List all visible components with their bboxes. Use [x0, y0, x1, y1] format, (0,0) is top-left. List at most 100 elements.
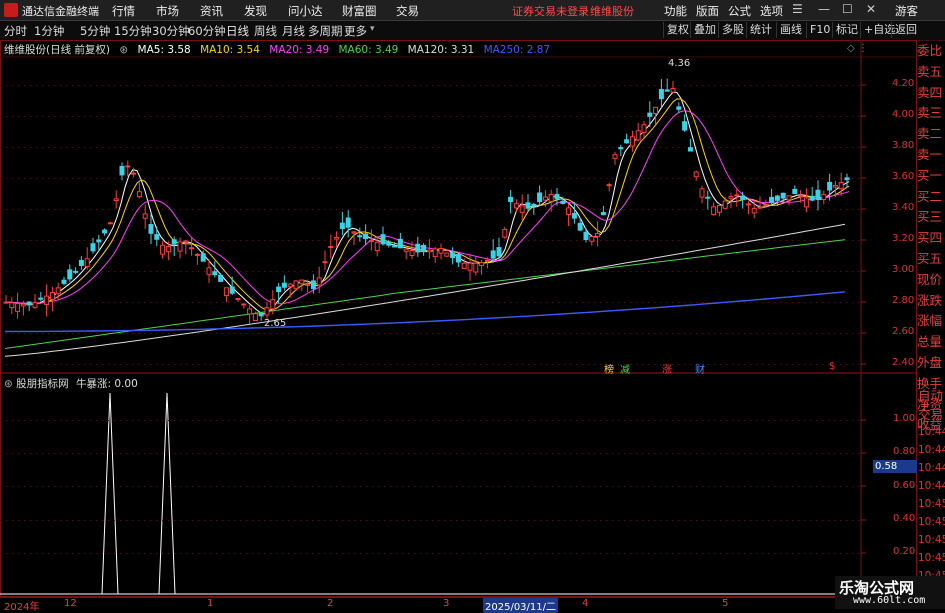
price-grid-dot [756, 178, 757, 179]
overlay-button[interactable]: 叠加 [690, 22, 719, 38]
indicator-grid-dot [690, 420, 691, 421]
candle-body [583, 231, 589, 240]
menu-item-quotes[interactable]: 行情 [112, 3, 135, 19]
menu-item-wealth[interactable]: 财富圈 [342, 3, 377, 19]
price-grid-dot [96, 178, 97, 179]
price-grid-dot [0, 209, 1, 210]
auto-toggle[interactable]: 自动 [918, 385, 943, 404]
indicator-grid-dot [30, 486, 31, 487]
indicator-grid-dot [702, 453, 703, 454]
draw-line-button[interactable]: 画线 [776, 22, 805, 38]
indicator-grid-dot [576, 486, 577, 487]
price-grid-dot [102, 364, 103, 365]
indicator-grid-dot [60, 420, 61, 421]
price-grid-dot [12, 364, 13, 365]
mark-button[interactable]: 标记 [832, 22, 861, 38]
event-marker-limit-up[interactable]: 涨 [662, 361, 672, 376]
price-grid-dot [306, 333, 307, 334]
event-marker-finance[interactable]: 财 [695, 361, 705, 376]
price-grid-dot [576, 116, 577, 117]
price-grid-dot [402, 333, 403, 334]
period-more[interactable]: 更多 [344, 23, 367, 39]
price-grid-dot [594, 147, 595, 148]
period-weekly[interactable]: 周线 [254, 23, 277, 39]
menu-item-news[interactable]: 资讯 [200, 3, 223, 19]
indicator-grid-dot [12, 453, 13, 454]
price-grid-dot [822, 364, 823, 365]
price-grid-dot [756, 302, 757, 303]
period-1min[interactable]: 1分钟 [34, 23, 64, 39]
price-grid-dot [396, 271, 397, 272]
price-grid-dot [54, 178, 55, 179]
event-marker-rank[interactable]: 榜 [604, 361, 614, 376]
indicator-grid-dot [546, 486, 547, 487]
indicator-grid-dot [78, 486, 79, 487]
ma-settings-icon[interactable]: ⊛ [119, 44, 128, 56]
price-grid-dot [744, 178, 745, 179]
menu-item-market[interactable]: 市场 [156, 3, 179, 19]
indicator-grid-dot [288, 553, 289, 554]
period-60min[interactable]: 60分钟 [188, 23, 226, 39]
back-button[interactable]: 返回 [891, 22, 920, 38]
stats-button[interactable]: 统计 [746, 22, 775, 38]
indicator-settings-icon[interactable]: ⊛ [4, 378, 13, 390]
multi-stock-button[interactable]: 多股 [718, 22, 747, 38]
price-grid-dot [234, 302, 235, 303]
adjust-button[interactable]: 复权 [663, 22, 692, 38]
menu-item-ask[interactable]: 问小达 [288, 3, 323, 19]
menu-item-options[interactable]: 选项 [760, 3, 783, 19]
period-daily[interactable]: 日线 [226, 23, 249, 39]
price-grid-dot [450, 209, 451, 210]
price-grid-dot [834, 333, 835, 334]
price-grid-dot [486, 85, 487, 86]
price-grid-dot [0, 364, 1, 365]
menu-item-formula[interactable]: 公式 [728, 3, 751, 19]
chart-options-icon[interactable]: ◇ ⋮ [847, 43, 868, 54]
window-menu-icon[interactable]: ☰ [792, 2, 803, 16]
candle-body [606, 184, 612, 187]
kline-chart[interactable] [0, 40, 917, 597]
price-grid-dot [48, 209, 49, 210]
indicator-grid-dot [474, 453, 475, 454]
price-grid-dot [606, 178, 607, 179]
indicator-tick: 0.20 [893, 546, 916, 557]
price-grid-dot [576, 302, 577, 303]
menu-item-layout[interactable]: 版面 [696, 3, 719, 19]
menu-item-function[interactable]: 功能 [664, 3, 687, 19]
price-grid-dot [60, 85, 61, 86]
more-chevron-icon[interactable]: ▾ [370, 24, 375, 34]
user-guest[interactable]: 游客 [895, 3, 918, 19]
price-grid-dot [432, 209, 433, 210]
price-grid-dot [96, 271, 97, 272]
minimize-icon[interactable]: — [818, 2, 830, 16]
event-marker-dividend[interactable]: $ [829, 361, 835, 372]
ma120-line [4, 223, 846, 357]
ma20-line [4, 110, 850, 305]
price-grid-dot [804, 333, 805, 334]
login-warning[interactable]: 证券交易未登录 [512, 3, 589, 19]
f10-button[interactable]: F10 [806, 22, 833, 38]
price-grid-dot [96, 85, 97, 86]
price-grid-dot [246, 240, 247, 241]
period-5min[interactable]: 5分钟 [80, 23, 110, 39]
period-timeshare[interactable]: 分时 [4, 23, 27, 39]
price-grid-dot [750, 364, 751, 365]
menu-item-trade[interactable]: 交易 [396, 3, 419, 19]
close-icon[interactable]: ✕ [866, 2, 876, 16]
price-grid-dot [108, 147, 109, 148]
period-monthly[interactable]: 月线 [282, 23, 305, 39]
price-grid-dot [786, 85, 787, 86]
period-15min[interactable]: 15分钟 [114, 23, 152, 39]
event-marker-reduce[interactable]: 减 [620, 361, 630, 376]
price-grid-dot [624, 240, 625, 241]
menu-item-discover[interactable]: 发现 [244, 3, 267, 19]
maximize-icon[interactable]: ☐ [842, 2, 853, 16]
price-grid-dot [486, 271, 487, 272]
indicator-grid-dot [54, 520, 55, 521]
period-multi[interactable]: 多周期 [308, 23, 343, 39]
period-30min[interactable]: 30分钟 [152, 23, 190, 39]
price-grid-dot [18, 85, 19, 86]
indicator-grid-dot [576, 420, 577, 421]
indicator-grid-dot [324, 520, 325, 521]
price-grid-dot [168, 85, 169, 86]
